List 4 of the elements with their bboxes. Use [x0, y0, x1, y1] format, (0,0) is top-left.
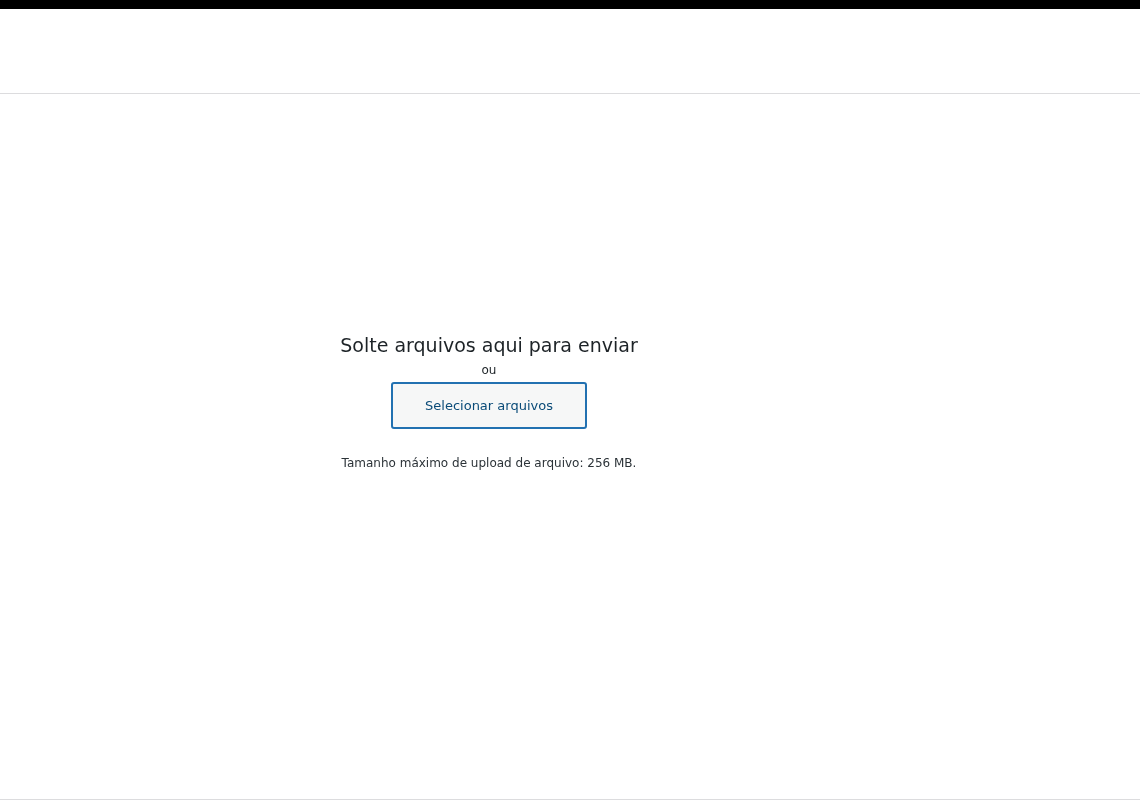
drop-title: Solte arquivos aqui para enviar	[340, 333, 638, 358]
select-files-button[interactable]: Selecionar arquivos	[391, 382, 587, 429]
max-size-note: Tamanho máximo de upload de arquivo: 256 MB.	[341, 455, 637, 471]
separator-text: ou	[481, 362, 497, 378]
